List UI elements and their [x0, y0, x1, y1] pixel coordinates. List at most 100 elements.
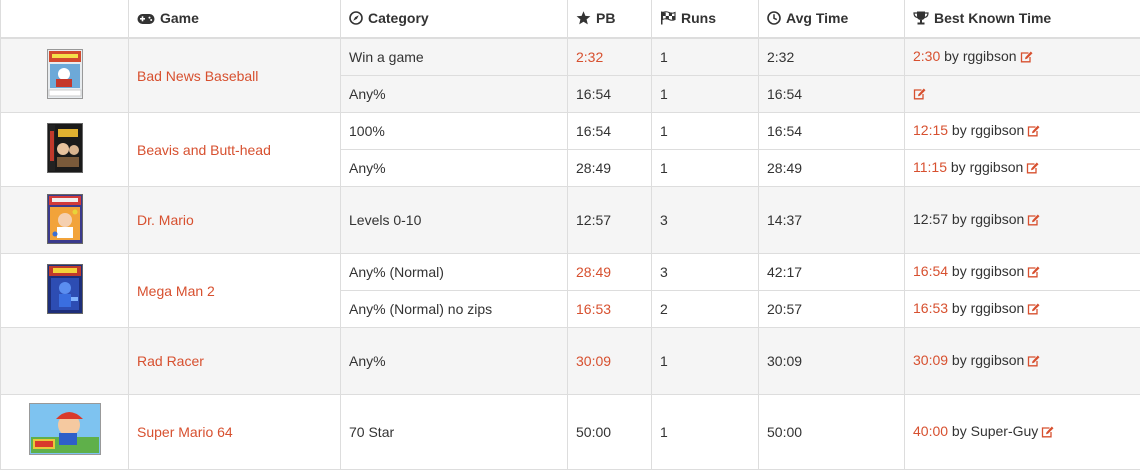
header-avg-label: Avg Time	[786, 10, 848, 26]
best-time-link[interactable]: 30:09	[913, 352, 948, 368]
beavis-and-butt-head-box-art[interactable]	[47, 123, 83, 176]
edit-icon[interactable]	[1020, 50, 1033, 66]
pb-cell: 30:09	[568, 328, 652, 395]
category-cell: Levels 0-10	[341, 187, 568, 254]
category-cell: Any%	[341, 328, 568, 395]
best-time-link[interactable]: 2:30	[913, 48, 940, 64]
best-time-text: 12:57	[913, 211, 948, 227]
mega-man-2-box-art[interactable]	[47, 264, 83, 317]
pb-link[interactable]: 16:53	[576, 301, 611, 317]
edit-icon[interactable]	[1027, 302, 1040, 318]
edit-icon[interactable]	[1041, 425, 1054, 441]
header-avg[interactable]: Avg Time	[759, 0, 905, 38]
header-runs-label: Runs	[681, 10, 716, 26]
avg-cell: 28:49	[759, 150, 905, 187]
pb-cell: 50:00	[568, 395, 652, 470]
game-name-cell: Bad News Baseball	[129, 38, 341, 113]
best-by: by rggibson	[948, 352, 1024, 368]
best-cell: 2:30 by rggibson	[905, 38, 1140, 76]
edit-icon[interactable]	[1027, 265, 1040, 281]
pb-cell: 28:49	[568, 150, 652, 187]
avg-cell: 20:57	[759, 291, 905, 328]
trophy-icon	[913, 11, 929, 28]
runs-cell: 3	[652, 254, 759, 291]
pb-cell: 16:54	[568, 76, 652, 113]
cover-cell	[1, 38, 129, 113]
edit-icon[interactable]	[1027, 124, 1040, 140]
pb-cell: 28:49	[568, 254, 652, 291]
table-row: Dr. Mario Levels 0-10 12:57 3 14:37 12:5…	[1, 187, 1140, 254]
header-best-label: Best Known Time	[934, 10, 1051, 26]
gamepad-icon	[137, 12, 155, 28]
header-thumb	[1, 0, 129, 38]
game-name-cell: Super Mario 64	[129, 395, 341, 470]
avg-cell: 14:37	[759, 187, 905, 254]
super-mario-64-box-art[interactable]	[29, 403, 101, 458]
best-time-link[interactable]: 40:00	[913, 423, 948, 439]
edit-icon[interactable]	[1026, 161, 1039, 177]
pb-link[interactable]: 30:09	[576, 353, 611, 369]
avg-cell: 2:32	[759, 38, 905, 76]
header-game[interactable]: Game	[129, 0, 341, 38]
pb-link[interactable]: 28:49	[576, 264, 611, 280]
cover-cell	[1, 187, 129, 254]
dr-mario-box-art[interactable]	[47, 194, 83, 247]
avg-cell: 16:54	[759, 76, 905, 113]
edit-icon[interactable]	[1027, 213, 1040, 229]
best-time-link[interactable]: 12:15	[913, 122, 948, 138]
runs-cell: 1	[652, 150, 759, 187]
pb-cell: 16:54	[568, 113, 652, 150]
best-cell: 12:15 by rggibson	[905, 113, 1140, 150]
header-runs[interactable]: Runs	[652, 0, 759, 38]
best-by: by rggibson	[940, 48, 1016, 64]
pb-cell: 12:57	[568, 187, 652, 254]
compass-icon	[349, 11, 363, 28]
edit-icon[interactable]	[913, 87, 926, 103]
cover-cell	[1, 113, 129, 187]
table-row: Mega Man 2 Any% (Normal) 28:49 3 42:17 1…	[1, 254, 1140, 291]
best-cell: 30:09 by rggibson	[905, 328, 1140, 395]
games-body: Bad News Baseball Win a game 2:32 1 2:32…	[1, 38, 1140, 470]
pb-link[interactable]: 2:32	[576, 49, 603, 65]
header-pb[interactable]: PB	[568, 0, 652, 38]
table-row: Super Mario 64 70 Star 50:00 1 50:00 40:…	[1, 395, 1140, 470]
game-link[interactable]: Bad News Baseball	[137, 68, 258, 84]
game-link[interactable]: Dr. Mario	[137, 212, 194, 228]
game-name-cell: Rad Racer	[129, 328, 341, 395]
best-cell	[905, 76, 1140, 113]
best-by: by rggibson	[948, 211, 1024, 227]
avg-cell: 50:00	[759, 395, 905, 470]
best-cell: 16:54 by rggibson	[905, 254, 1140, 291]
game-link[interactable]: Super Mario 64	[137, 424, 233, 440]
best-time-link[interactable]: 16:54	[913, 263, 948, 279]
pb-cell: 16:53	[568, 291, 652, 328]
best-by: by rggibson	[947, 159, 1023, 175]
games-table: Game Category PB Runs Avg Time	[0, 0, 1140, 470]
game-link[interactable]: Beavis and Butt-head	[137, 142, 271, 158]
avg-cell: 42:17	[759, 254, 905, 291]
cover-cell	[1, 395, 129, 470]
runs-cell: 2	[652, 291, 759, 328]
category-cell: Any%	[341, 150, 568, 187]
game-name-cell: Mega Man 2	[129, 254, 341, 328]
game-link[interactable]: Rad Racer	[137, 353, 204, 369]
best-time-link[interactable]: 16:53	[913, 300, 948, 316]
avg-cell: 16:54	[759, 113, 905, 150]
best-by: by rggibson	[948, 300, 1024, 316]
bad-news-baseball-box-art[interactable]	[47, 49, 83, 102]
header-best[interactable]: Best Known Time	[905, 0, 1140, 38]
flag-checkered-icon	[660, 11, 676, 28]
game-link[interactable]: Mega Man 2	[137, 283, 215, 299]
header-row: Game Category PB Runs Avg Time	[1, 0, 1140, 38]
header-game-label: Game	[160, 10, 199, 26]
edit-icon[interactable]	[1027, 354, 1040, 370]
game-name-cell: Beavis and Butt-head	[129, 113, 341, 187]
best-cell: 16:53 by rggibson	[905, 291, 1140, 328]
cover-cell	[1, 254, 129, 328]
header-category[interactable]: Category	[341, 0, 568, 38]
best-time-link[interactable]: 11:15	[913, 159, 947, 175]
header-pb-label: PB	[596, 10, 615, 26]
category-cell: Any% (Normal) no zips	[341, 291, 568, 328]
category-cell: Any%	[341, 76, 568, 113]
best-by: by rggibson	[948, 122, 1024, 138]
